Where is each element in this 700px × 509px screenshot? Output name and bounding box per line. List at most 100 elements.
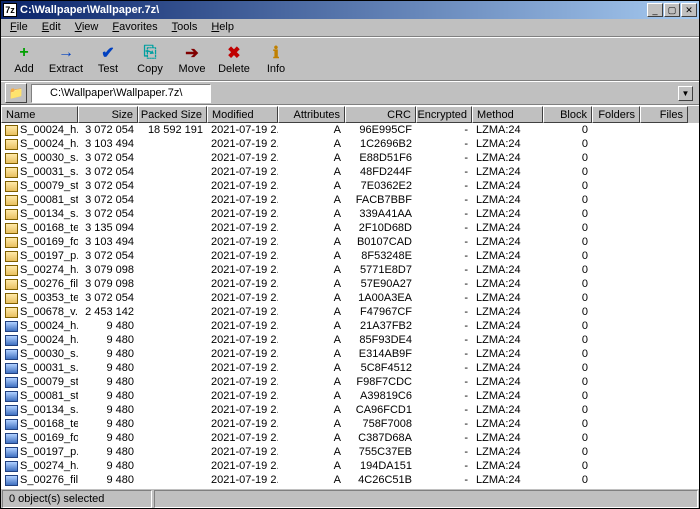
window-controls: _ ▢ ✕ <box>647 3 697 17</box>
table-row[interactable]: S_00079_st...9 4802021-07-19 2...AF98F7C… <box>1 375 699 389</box>
table-row[interactable]: S_00024_h...3 072 05418 592 1912021-07-1… <box>1 123 699 137</box>
cell-size: 9 480 <box>78 334 138 346</box>
table-row[interactable]: S_00276_fil...9 4802021-07-19 2...A4C26C… <box>1 473 699 487</box>
column-header-psize[interactable]: Packed Size <box>138 106 207 123</box>
cell-mod: 2021-07-19 2... <box>207 236 278 248</box>
column-header-enc[interactable]: Encrypted <box>416 106 472 123</box>
tool-label: Delete <box>218 63 250 75</box>
file-icon <box>5 293 18 304</box>
menu-help[interactable]: Help <box>204 20 241 35</box>
table-row[interactable]: S_00024_h...9 4802021-07-19 2...A21A37FB… <box>1 319 699 333</box>
table-row[interactable]: S_00024_h...9 4802021-07-19 2...A85F93DE… <box>1 333 699 347</box>
table-row[interactable]: S_00031_s...3 072 0542021-07-19 2...A48F… <box>1 165 699 179</box>
column-header-attr[interactable]: Attributes <box>278 106 345 123</box>
cell-name: S_00081_st... <box>1 194 78 206</box>
cell-attr: A <box>278 180 345 192</box>
close-button[interactable]: ✕ <box>681 3 697 17</box>
table-row[interactable]: S_00197_p...9 4802021-07-19 2...A755C37E… <box>1 445 699 459</box>
cell-block: 0 <box>543 376 592 388</box>
table-row[interactable]: S_00197_p...3 072 0542021-07-19 2...A8F5… <box>1 249 699 263</box>
cell-size: 3 079 098 <box>78 278 138 290</box>
cell-attr: A <box>278 166 345 178</box>
column-header-meth[interactable]: Method <box>472 106 543 123</box>
move-button[interactable]: ➔Move <box>173 40 211 78</box>
cell-size: 3 072 054 <box>78 166 138 178</box>
minimize-button[interactable]: _ <box>647 3 663 17</box>
cell-mod: 2021-07-19 2... <box>207 362 278 374</box>
table-row[interactable]: S_00081_st...3 072 0542021-07-19 2...AFA… <box>1 193 699 207</box>
cell-block: 0 <box>543 446 592 458</box>
cell-mod: 2021-07-19 2... <box>207 460 278 472</box>
status-selection: 0 object(s) selected <box>2 490 152 508</box>
extract-button[interactable]: →Extract <box>47 40 85 78</box>
cell-meth: LZMA:24 <box>472 474 543 486</box>
cell-size: 3 072 054 <box>78 250 138 262</box>
table-row[interactable]: S_00024_h...3 103 4942021-07-19 2...A1C2… <box>1 137 699 151</box>
cell-size: 9 480 <box>78 404 138 416</box>
table-row[interactable]: S_00274_h...3 079 0982021-07-19 2...A577… <box>1 263 699 277</box>
cell-name: S_00030_s... <box>1 152 78 164</box>
up-button[interactable]: 📁 <box>5 83 27 103</box>
column-header-mod[interactable]: Modified <box>207 106 278 123</box>
cell-block: 0 <box>543 292 592 304</box>
maximize-button[interactable]: ▢ <box>664 3 680 17</box>
cell-attr: A <box>278 474 345 486</box>
table-row[interactable]: S_00353_te...3 072 0542021-07-19 2...A1A… <box>1 291 699 305</box>
table-row[interactable]: S_00134_s...3 072 0542021-07-19 2...A339… <box>1 207 699 221</box>
file-icon <box>5 335 18 346</box>
menu-favorites[interactable]: Favorites <box>105 20 164 35</box>
file-icon <box>5 279 18 290</box>
table-row[interactable]: S_00134_s...9 4802021-07-19 2...ACA96FCD… <box>1 403 699 417</box>
cell-name: S_00168_te... <box>1 222 78 234</box>
address-input[interactable] <box>31 84 211 103</box>
cell-block: 0 <box>543 152 592 164</box>
cell-meth: LZMA:24 <box>472 362 543 374</box>
cell-enc: - <box>416 390 472 402</box>
column-header-files[interactable]: Files <box>640 106 688 123</box>
cell-mod: 2021-07-19 2... <box>207 376 278 388</box>
info-button[interactable]: ℹInfo <box>257 40 295 78</box>
cell-crc: 4C26C51B <box>345 474 416 486</box>
table-row[interactable]: S_00276_fil...3 079 0982021-07-19 2...A5… <box>1 277 699 291</box>
column-header-size[interactable]: Size <box>78 106 138 123</box>
table-row[interactable]: S_00169_fo...3 103 4942021-07-19 2...AB0… <box>1 235 699 249</box>
menu-view[interactable]: View <box>68 20 106 35</box>
cell-name: S_00079_st... <box>1 180 78 192</box>
column-header-block[interactable]: Block <box>543 106 592 123</box>
table-row[interactable]: S_00169_fo...9 4802021-07-19 2...AC387D6… <box>1 431 699 445</box>
cell-crc: 755C37EB <box>345 446 416 458</box>
cell-size: 2 453 142 <box>78 306 138 318</box>
menu-edit[interactable]: Edit <box>35 20 68 35</box>
table-row[interactable]: S_00168_te...3 135 0942021-07-19 2...A2F… <box>1 221 699 235</box>
column-header-name[interactable]: Name <box>1 106 78 123</box>
table-row[interactable]: S_00030_s...3 072 0542021-07-19 2...AE88… <box>1 151 699 165</box>
table-row[interactable]: S_00678_v...2 453 1422021-07-19 2...AF47… <box>1 305 699 319</box>
copy-button[interactable]: ⎘Copy <box>131 40 169 78</box>
table-row[interactable]: S_00081_st...9 4802021-07-19 2...AA39819… <box>1 389 699 403</box>
cell-attr: A <box>278 194 345 206</box>
menu-tools[interactable]: Tools <box>165 20 205 35</box>
cell-crc: 21A37FB2 <box>345 320 416 332</box>
delete-button[interactable]: ✖Delete <box>215 40 253 78</box>
test-button[interactable]: ✔Test <box>89 40 127 78</box>
cell-meth: LZMA:24 <box>472 348 543 360</box>
table-row[interactable]: S_00031_s...9 4802021-07-19 2...A5C8F451… <box>1 361 699 375</box>
file-icon <box>5 223 18 234</box>
cell-mod: 2021-07-19 2... <box>207 152 278 164</box>
tool-label: Move <box>179 63 206 75</box>
column-header-crc[interactable]: CRC <box>345 106 416 123</box>
cell-enc: - <box>416 306 472 318</box>
table-row[interactable]: S_00030_s...9 4802021-07-19 2...AE314AB9… <box>1 347 699 361</box>
menu-file[interactable]: File <box>3 20 35 35</box>
cell-crc: CA96FCD1 <box>345 404 416 416</box>
cell-mod: 2021-07-19 2... <box>207 180 278 192</box>
column-header-fold[interactable]: Folders <box>592 106 640 123</box>
table-row[interactable]: S_00168_te...9 4802021-07-19 2...A758F70… <box>1 417 699 431</box>
table-row[interactable]: S_00079_st...3 072 0542021-07-19 2...A7E… <box>1 179 699 193</box>
add-button[interactable]: +Add <box>5 40 43 78</box>
cell-size: 3 072 054 <box>78 180 138 192</box>
cell-size: 3 079 098 <box>78 264 138 276</box>
table-row[interactable]: S_00274_h...9 4802021-07-19 2...A194DA15… <box>1 459 699 473</box>
address-dropdown-button[interactable]: ▼ <box>678 86 693 101</box>
titlebar[interactable]: 7z C:\Wallpaper\Wallpaper.7z\ _ ▢ ✕ <box>1 1 699 19</box>
